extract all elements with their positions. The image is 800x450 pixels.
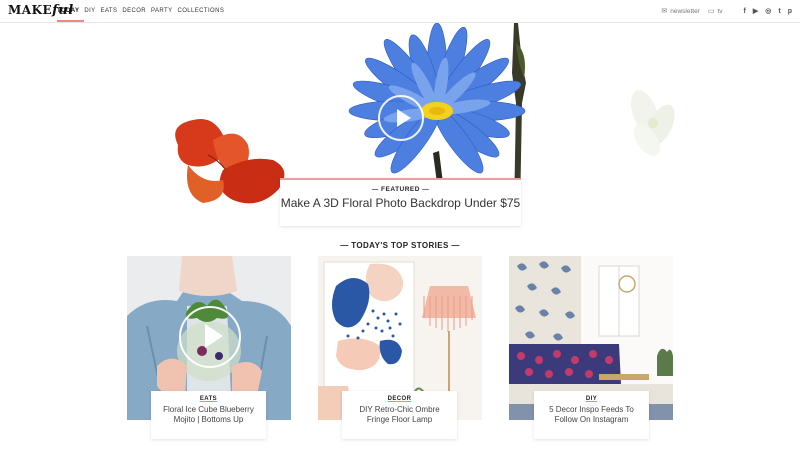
story-category-decor[interactable]: DECOR — [342, 396, 457, 402]
story-title[interactable]: Floral Ice Cube Blueberry Mojito | Botto… — [151, 405, 266, 425]
nav-item-party[interactable]: PARTY — [151, 0, 177, 22]
tv-label: tv — [717, 7, 723, 15]
blue-flower-image — [348, 23, 526, 183]
story-category-eats[interactable]: EATS — [151, 396, 266, 402]
twitter-icon[interactable]: t — [778, 8, 780, 15]
red-flower-image — [175, 119, 285, 204]
section-title-text: TODAY'S TOP STORIES — [351, 241, 449, 250]
envelope-icon: ✉ — [661, 8, 668, 15]
white-flower-image — [631, 90, 675, 156]
featured-label: — FEATURED — — [371, 186, 430, 193]
featured-card[interactable]: — FEATURED — Make A 3D Floral Photo Back… — [280, 178, 521, 226]
nav-item-diy[interactable]: DIY — [84, 0, 100, 22]
story-title[interactable]: 5 Decor Inspo Feeds To Follow On Instagr… — [534, 405, 649, 425]
story-card[interactable]: EATS Floral Ice Cube Blueberry Mojito | … — [151, 391, 266, 439]
tv-icon: ▭ — [707, 8, 715, 15]
utility-nav: ✉ newsletter ▭ tv f ▶ ◎ t p — [661, 0, 792, 22]
logo-text: MAKE — [8, 3, 53, 17]
newsletter-link[interactable]: ✉ newsletter — [661, 7, 700, 16]
story-card[interactable]: DIY 5 Decor Inspo Feeds To Follow On Ins… — [534, 391, 649, 439]
nav-item-decor[interactable]: DECOR — [122, 0, 151, 22]
instagram-icon[interactable]: ◎ — [765, 7, 771, 15]
story-category-diy[interactable]: DIY — [534, 396, 649, 402]
play-video-icon[interactable] — [378, 95, 424, 141]
newsletter-label: newsletter — [670, 7, 700, 15]
nav-item-eats[interactable]: EATS — [101, 0, 123, 22]
featured-title[interactable]: Make A 3D Floral Photo Backdrop Under $7… — [280, 196, 521, 210]
nav-item-today[interactable]: TODAY — [57, 0, 85, 22]
story-title[interactable]: DIY Retro-Chic Ombre Fringe Floor Lamp — [342, 405, 457, 425]
main-menu: TODAY DIY EATS DECOR PARTY COLLECTIONS — [57, 0, 229, 22]
facebook-icon[interactable]: f — [744, 8, 746, 15]
tv-link[interactable]: ▭ tv — [707, 7, 723, 16]
youtube-icon[interactable]: ▶ — [753, 7, 758, 15]
featured-tag-text: FEATURED — [381, 186, 420, 193]
play-video-icon[interactable] — [179, 306, 241, 368]
section-heading: — TODAY'S TOP STORIES — — [340, 241, 460, 250]
story-card[interactable]: DECOR DIY Retro-Chic Ombre Fringe Floor … — [342, 391, 457, 439]
pinterest-icon[interactable]: p — [788, 8, 792, 15]
nav-item-collections[interactable]: COLLECTIONS — [178, 0, 230, 22]
top-navigation: MAKEful TODAY DIY EATS DECOR PARTY COLLE… — [0, 0, 800, 23]
social-links: f ▶ ◎ t p — [737, 7, 792, 16]
